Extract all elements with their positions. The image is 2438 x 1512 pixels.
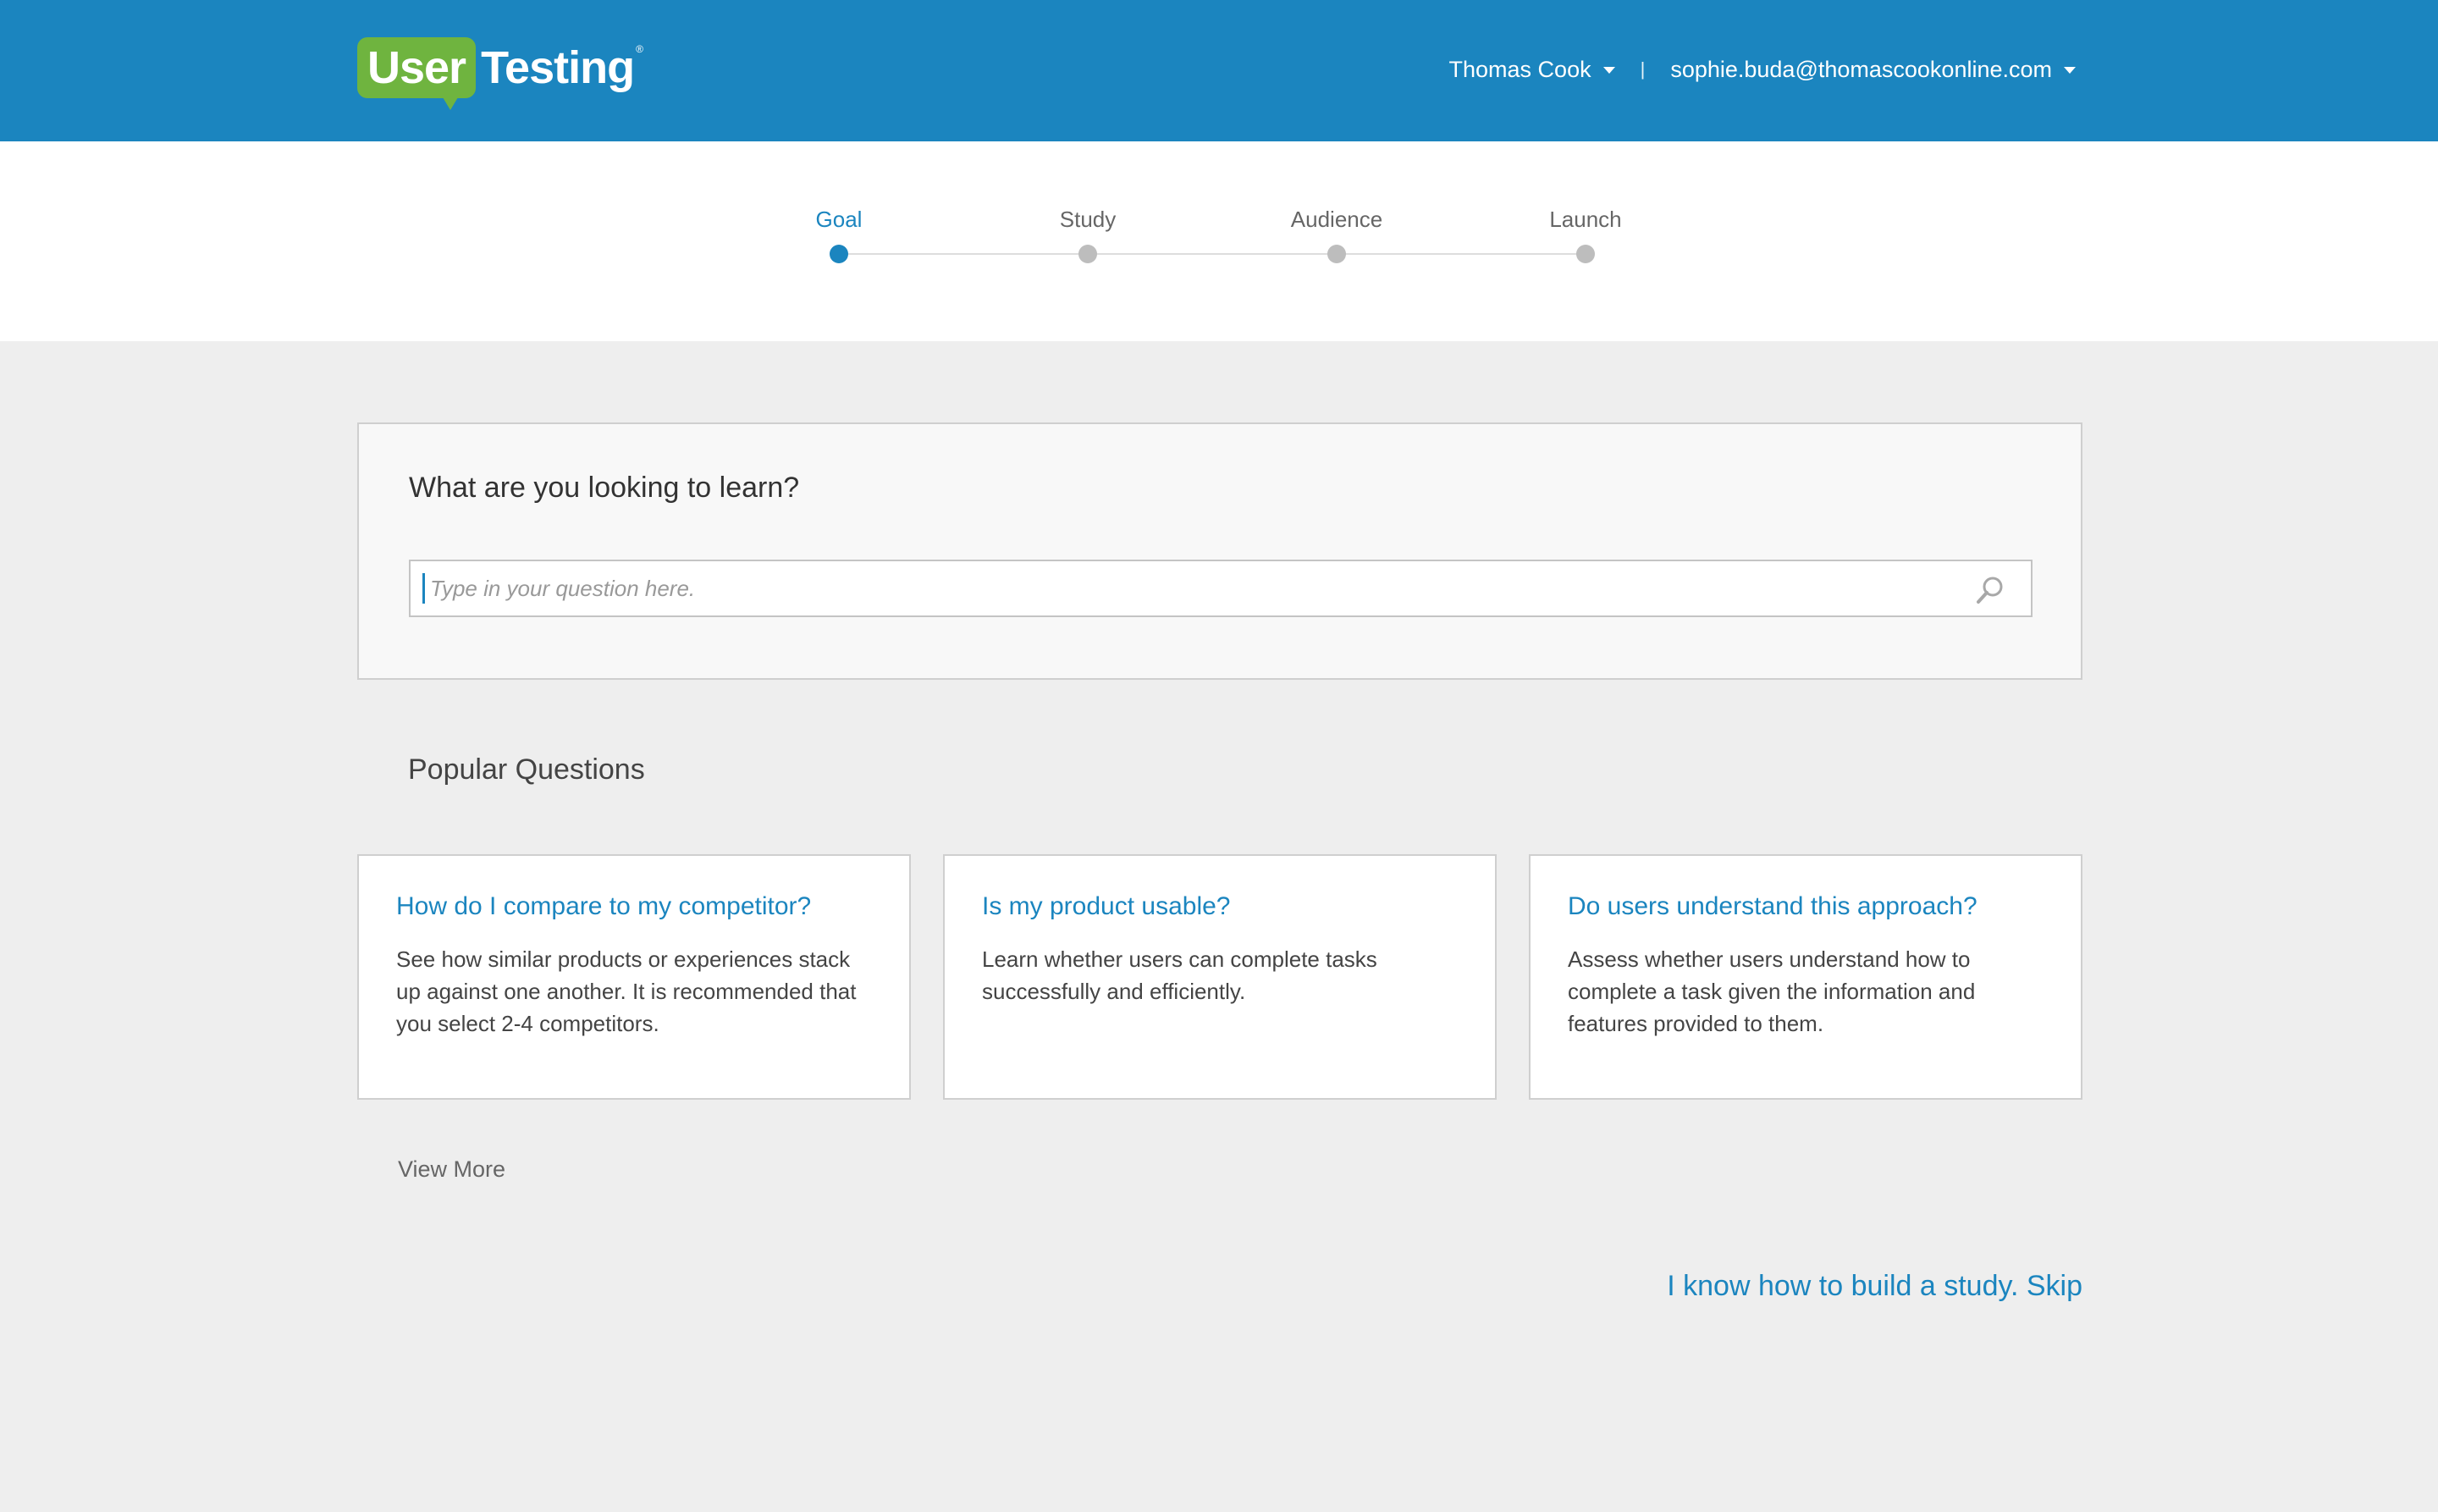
step-dot-icon (830, 245, 848, 263)
logo-speech-tail (440, 93, 461, 110)
stepper-track (839, 253, 1586, 255)
step-label: Study (1059, 207, 1117, 232)
step-label: Audience (1290, 207, 1383, 232)
search-icon[interactable] (1973, 573, 2007, 607)
question-card-usable[interactable]: Is my product usable? Learn whether user… (943, 854, 1497, 1100)
account-dropdown[interactable]: Thomas Cook (1449, 57, 1615, 83)
account-name: Thomas Cook (1448, 56, 1591, 82)
question-card-compare[interactable]: How do I compare to my competitor? See h… (357, 854, 911, 1100)
chevron-down-icon (2064, 67, 2076, 74)
step-audience[interactable]: Audience (1252, 206, 1421, 263)
question-panel: What are you looking to learn? (357, 422, 2082, 680)
question-card-understand[interactable]: Do users understand this approach? Asses… (1529, 854, 2082, 1100)
card-title[interactable]: Is my product usable? (982, 890, 1470, 924)
logo-user-badge: User (357, 37, 477, 110)
user-email-dropdown[interactable]: sophie.buda@thomascookonline.com (1670, 57, 2076, 83)
step-study[interactable]: Study (1003, 206, 1172, 263)
logo-registered-mark: ® (636, 43, 643, 55)
card-title[interactable]: Do users understand this approach? (1568, 890, 2055, 924)
usertesting-logo[interactable]: User Testing ® (357, 37, 643, 110)
step-dot-icon (1078, 245, 1097, 263)
skip-build-study-link[interactable]: I know how to build a study. Skip (1667, 1270, 2082, 1303)
question-title: What are you looking to learn? (409, 472, 800, 504)
logo-testing-text: Testing (481, 42, 635, 93)
step-label: Launch (1549, 207, 1622, 232)
step-goal[interactable]: Goal (754, 206, 924, 263)
card-title[interactable]: How do I compare to my competitor? (396, 890, 884, 924)
user-email: sophie.buda@thomascookonline.com (1670, 56, 2052, 82)
step-launch[interactable]: Launch (1501, 206, 1670, 263)
header-separator: | (1640, 58, 1646, 80)
card-description: Assess whether users understand how to c… (1568, 946, 1976, 1036)
step-label: Goal (815, 207, 863, 232)
popular-questions-heading: Popular Questions (408, 753, 645, 786)
question-search-box[interactable] (409, 560, 2033, 617)
view-more-link[interactable]: View More (398, 1156, 505, 1183)
step-dot-icon (1327, 245, 1346, 263)
question-input[interactable] (422, 573, 1963, 604)
top-header: User Testing ® Thomas Cook | sophie.buda… (0, 0, 2438, 141)
card-description: Learn whether users can complete tasks s… (982, 946, 1377, 1004)
card-description: See how similar products or experiences … (396, 946, 857, 1036)
progress-stepper: Goal Study Audience Launch (0, 141, 2438, 341)
account-menu: Thomas Cook | sophie.buda@thomascookonli… (1449, 52, 2076, 86)
chevron-down-icon (1602, 67, 1615, 74)
step-dot-icon (1576, 245, 1595, 263)
logo-user-text: User (367, 42, 466, 93)
